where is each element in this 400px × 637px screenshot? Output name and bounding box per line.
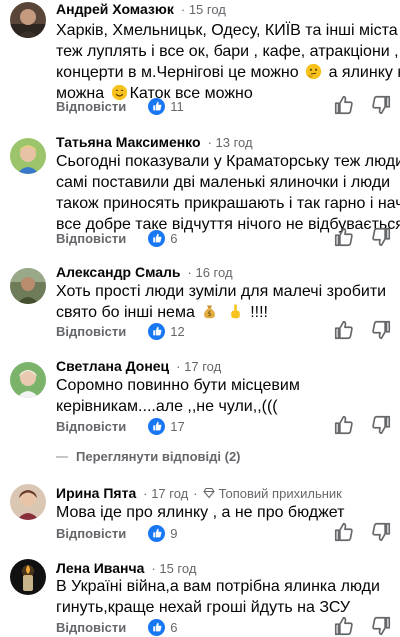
comment-actions: Відповісти 17 <box>56 414 396 436</box>
like-count[interactable]: 11 <box>148 97 184 115</box>
comment-author[interactable]: Лена Иванча <box>56 560 144 576</box>
comment-text: Хоть прості люди зуміли для малечі зроби… <box>56 283 387 321</box>
avatar[interactable] <box>10 559 46 595</box>
like-reaction-icon <box>148 229 166 247</box>
comment-author[interactable]: Татьяна Максименко <box>56 134 201 150</box>
like-reaction-icon <box>148 417 166 435</box>
thinking-face-icon <box>305 63 322 80</box>
thumbs-up-icon[interactable] <box>333 521 355 543</box>
like-count[interactable]: 17 <box>148 417 185 435</box>
avatar[interactable] <box>10 138 46 174</box>
money-bag-icon: $ <box>204 305 216 319</box>
thumbs-up-icon[interactable] <box>333 414 355 436</box>
thumbs-down-icon[interactable] <box>370 414 392 436</box>
thumbs-down-icon[interactable] <box>370 94 392 116</box>
like-count[interactable]: 6 <box>148 618 177 636</box>
avatar[interactable] <box>10 362 46 398</box>
view-replies-button[interactable]: Переглянути відповіді (2) <box>56 449 241 464</box>
like-count[interactable]: 6 <box>148 229 177 247</box>
reply-button[interactable]: Відповісти <box>56 526 126 541</box>
comment-time[interactable]: · 17 год <box>176 359 221 374</box>
like-reaction-icon <box>148 322 166 340</box>
comment-time[interactable]: · 16 год <box>188 265 233 280</box>
comment-text: Сьогодні показували у Краматорську теж л… <box>56 153 400 233</box>
comment-time[interactable]: · 13 год <box>208 135 253 150</box>
thumbs-down-icon[interactable] <box>370 521 392 543</box>
avatar[interactable] <box>10 268 46 304</box>
comment-text: Мова іде про ялинку , а не про бюджет <box>56 504 345 521</box>
like-reaction-icon <box>148 618 166 636</box>
comment-text: В Україні війна,а вам потрібна ялинка лю… <box>56 578 380 616</box>
reply-button[interactable]: Відповісти <box>56 419 126 434</box>
avatar[interactable] <box>10 2 46 38</box>
thumbs-up-icon[interactable] <box>333 319 355 341</box>
reply-thread-line <box>56 455 68 458</box>
comment-time[interactable]: · 15 год <box>181 2 226 17</box>
comment-actions: Відповісти 12 <box>56 319 396 341</box>
thumbs-down-icon[interactable] <box>370 226 392 248</box>
thumbs-down-icon[interactable] <box>370 319 392 341</box>
comment-actions: Відповісти 9 <box>56 521 396 543</box>
diamond-badge-icon <box>203 487 215 499</box>
avatar[interactable] <box>10 484 46 520</box>
top-fan-badge[interactable]: Топовий прихильник <box>203 486 342 501</box>
reply-button[interactable]: Відповісти <box>56 324 126 339</box>
pointing-up-icon <box>231 304 240 319</box>
thumbs-down-icon[interactable] <box>370 615 392 637</box>
comment-author[interactable]: Андрей Хомазюк <box>56 1 174 17</box>
thumbs-up-icon[interactable] <box>333 94 355 116</box>
comment-time[interactable]: · 15 год <box>151 561 196 576</box>
reply-button[interactable]: Відповісти <box>56 620 126 635</box>
like-reaction-icon <box>148 524 166 542</box>
comment-text: Харків, Хмельницьк, Одесу, КИЇВ та інші … <box>56 22 400 102</box>
like-count[interactable]: 9 <box>148 524 177 542</box>
like-reaction-icon <box>148 97 166 115</box>
reply-button[interactable]: Відповісти <box>56 99 126 114</box>
comment-actions: Відповісти 6 <box>56 615 396 637</box>
comment-time[interactable]: · 17 год <box>143 486 188 501</box>
comment-actions: Відповісти 6 <box>56 226 396 248</box>
comment-author[interactable]: Александр Смаль <box>56 264 181 280</box>
comment-author[interactable]: Ирина Пята <box>56 485 136 501</box>
thumbs-up-icon[interactable] <box>333 615 355 637</box>
comment-text: Соромно повинно бути місцевим керівникам… <box>56 377 300 415</box>
comment-author[interactable]: Светлана Донец <box>56 358 169 374</box>
thumbs-up-icon[interactable] <box>333 226 355 248</box>
reply-button[interactable]: Відповісти <box>56 231 126 246</box>
comment-actions: Відповісти 11 <box>56 94 396 116</box>
like-count[interactable]: 12 <box>148 322 185 340</box>
svg-text:$: $ <box>208 310 212 318</box>
